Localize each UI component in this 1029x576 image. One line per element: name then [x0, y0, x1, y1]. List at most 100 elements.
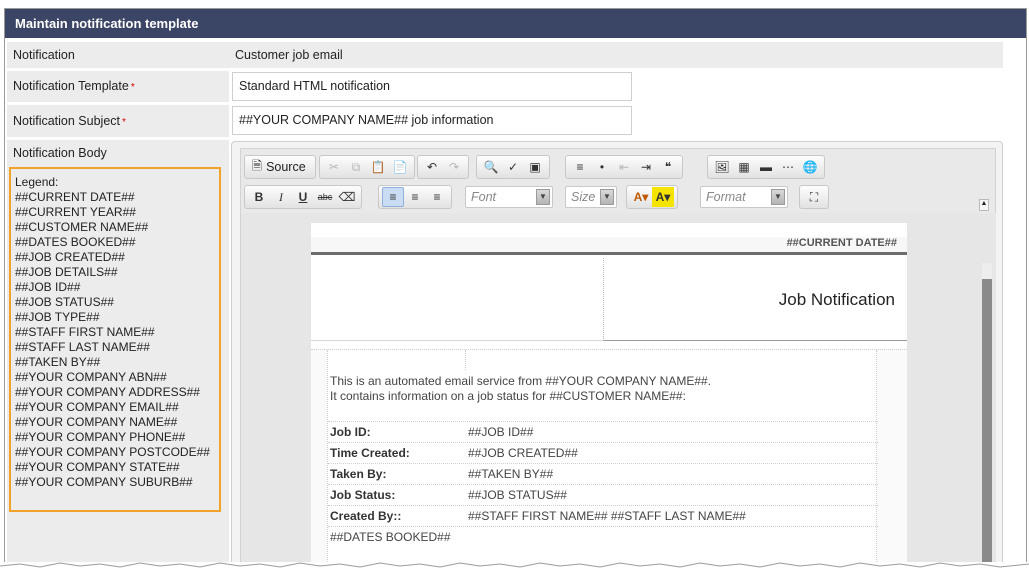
- legend-item: ##YOUR COMPANY POSTCODE##: [15, 445, 210, 459]
- find-icon[interactable]: 🔍: [480, 157, 502, 177]
- table-icon[interactable]: ▦: [733, 157, 755, 177]
- table-row: ##DATES BOOKED##: [328, 526, 878, 547]
- dates-booked-placeholder: ##DATES BOOKED##: [330, 530, 451, 544]
- editor-scrollbar-thumb[interactable]: [982, 279, 992, 572]
- legend-item: ##CURRENT DATE##: [15, 190, 135, 204]
- collapse-toolbar-icon[interactable]: ▲: [979, 199, 989, 211]
- document-icon: 🗎: [252, 158, 263, 173]
- legend-item: ##STAFF FIRST NAME##: [15, 325, 155, 339]
- template-label: Notification Template *: [7, 71, 229, 102]
- eraser-icon[interactable]: ⌫: [336, 187, 358, 207]
- required-mark: *: [122, 117, 126, 128]
- subject-field[interactable]: ##YOUR COMPANY NAME## job information: [232, 106, 632, 135]
- legend-item: ##JOB DETAILS##: [15, 265, 118, 279]
- format-placeholder: Format: [706, 190, 746, 204]
- underline-button[interactable]: U: [292, 187, 314, 207]
- image-icon[interactable]: 🖼: [711, 157, 733, 177]
- row-value: ##JOB CREATED##: [468, 446, 578, 460]
- legend-item: ##YOUR COMPANY EMAIL##: [15, 400, 179, 414]
- table-row: Job Status: ##JOB STATUS##: [328, 484, 878, 505]
- font-placeholder: Font: [471, 190, 497, 204]
- legend-item: ##TAKEN BY##: [15, 355, 101, 369]
- cut-icon[interactable]: ✂: [323, 157, 345, 177]
- italic-button[interactable]: I: [270, 187, 292, 207]
- template-field[interactable]: Standard HTML notification: [232, 72, 632, 101]
- align-left-icon[interactable]: ≡: [382, 187, 404, 207]
- legend-item: ##YOUR COMPANY NAME##: [15, 415, 178, 429]
- row-label: Taken By:: [330, 467, 387, 481]
- legend-item: ##YOUR COMPANY PHONE##: [15, 430, 186, 444]
- current-date-row: ##CURRENT DATE##: [311, 237, 907, 255]
- row-label: Time Created:: [330, 446, 410, 460]
- paste-icon[interactable]: 📋: [367, 157, 389, 177]
- blockquote-icon[interactable]: ❝: [657, 157, 679, 177]
- rich-text-editor: 🗎 Source ✂ ⧉ 📋 📄 ↶ ↷ 🔍 ✓ ▣ ≡ • ⇤ ⇥ ❝ 🖼 ▦…: [231, 141, 1003, 572]
- horizontal-rule-icon[interactable]: ▬: [755, 157, 777, 177]
- window-title: Maintain notification template: [5, 9, 1026, 38]
- size-select[interactable]: Size ▼: [565, 186, 617, 208]
- source-button[interactable]: 🗎 Source: [248, 157, 312, 178]
- select-all-icon[interactable]: ▣: [524, 157, 546, 177]
- link-icon[interactable]: 🌐: [799, 157, 821, 177]
- row-label: Job ID:: [330, 425, 371, 439]
- color-group: A▾ A▾: [626, 185, 678, 209]
- legend-item: ##JOB TYPE##: [15, 310, 100, 324]
- legend-item: ##YOUR COMPANY STATE##: [15, 460, 180, 474]
- redo-icon[interactable]: ↷: [443, 157, 465, 177]
- current-date-placeholder: ##CURRENT DATE##: [786, 237, 897, 249]
- legend-item: ##CUSTOMER NAME##: [15, 220, 149, 234]
- font-select[interactable]: Font ▼: [465, 186, 553, 208]
- row-label: Created By::: [330, 509, 402, 523]
- align-group: ≡ ≡ ≡: [378, 185, 452, 209]
- maximize-icon[interactable]: ⛶: [803, 187, 825, 207]
- cell-divider: [465, 350, 466, 370]
- legend-item: ##YOUR COMPANY ADDRESS##: [15, 385, 200, 399]
- background-color-icon[interactable]: A▾: [652, 187, 674, 207]
- legend-title: Legend:: [15, 175, 59, 189]
- copy-icon[interactable]: ⧉: [345, 157, 367, 177]
- body-label: Notification Body: [7, 140, 229, 166]
- notification-label: Notification: [7, 42, 229, 68]
- source-label: Source: [266, 160, 306, 174]
- row-value: ##TAKEN BY##: [468, 467, 554, 481]
- notification-value: Customer job email: [229, 42, 1003, 68]
- align-center-icon[interactable]: ≡: [404, 187, 426, 207]
- legend-item: ##CURRENT YEAR##: [15, 205, 136, 219]
- row-value: ##JOB ID##: [468, 425, 534, 439]
- legend-item: ##JOB STATUS##: [15, 295, 114, 309]
- legend-item: ##YOUR COMPANY SUBURB##: [15, 475, 193, 489]
- strikethrough-button[interactable]: abc: [314, 187, 336, 207]
- chevron-down-icon: ▼: [536, 189, 550, 205]
- numbered-list-icon[interactable]: ≡: [569, 157, 591, 177]
- torn-edge-shape: [0, 562, 1029, 568]
- legend-item: ##JOB ID##: [15, 280, 81, 294]
- maximize-group: ⛶: [799, 185, 829, 209]
- page-break-icon[interactable]: ⋯: [777, 157, 799, 177]
- spellcheck-icon[interactable]: ✓: [502, 157, 524, 177]
- source-group: 🗎 Source: [244, 155, 316, 179]
- table-row: Created By:: ##STAFF FIRST NAME## ##STAF…: [328, 505, 878, 526]
- subject-label: Notification Subject *: [7, 105, 229, 137]
- document-heading: Job Notification: [603, 258, 907, 341]
- indent-icon[interactable]: ⇥: [635, 157, 657, 177]
- row-label: Job Status:: [330, 488, 396, 502]
- undo-icon[interactable]: ↶: [421, 157, 443, 177]
- row-value: ##STAFF FIRST NAME## ##STAFF LAST NAME##: [468, 509, 746, 523]
- outdent-icon[interactable]: ⇤: [613, 157, 635, 177]
- insert-group: 🖼 ▦ ▬ ⋯ 🌐: [707, 155, 825, 179]
- format-select[interactable]: Format ▼: [700, 186, 788, 208]
- text-color-icon[interactable]: A▾: [630, 187, 652, 207]
- size-placeholder: Size: [571, 190, 596, 204]
- table-row: Time Created: ##JOB CREATED##: [328, 442, 878, 463]
- chevron-down-icon: ▼: [600, 189, 614, 205]
- bulleted-list-icon[interactable]: •: [591, 157, 613, 177]
- align-right-icon[interactable]: ≡: [426, 187, 448, 207]
- editor-content[interactable]: ##CURRENT DATE## Job Notification This i…: [240, 213, 996, 572]
- clipboard-group: ✂ ⧉ 📋 📄: [319, 155, 415, 179]
- legend-item: ##DATES BOOKED##: [15, 235, 136, 249]
- body-label-text: Notification Body: [13, 146, 107, 160]
- bold-button[interactable]: B: [248, 187, 270, 207]
- paste-text-icon[interactable]: 📄: [389, 157, 411, 177]
- find-group: 🔍 ✓ ▣: [476, 155, 550, 179]
- list-group: ≡ • ⇤ ⇥ ❝: [565, 155, 683, 179]
